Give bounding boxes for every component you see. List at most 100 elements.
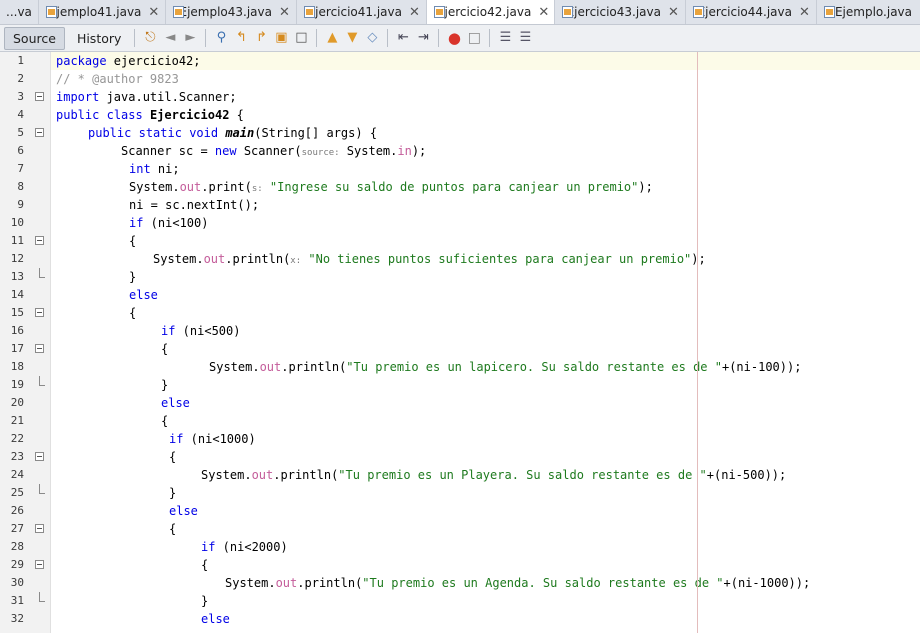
line-number: 11: [10, 234, 24, 247]
code-line-text: System.out.println("Tu premio es un Agen…: [225, 576, 811, 590]
java-file-icon: [823, 5, 835, 19]
line-number: 18: [10, 360, 24, 373]
code-editor[interactable]: 1 2 3 4 5 6 7 8 9 10 11 12 13 14 15 16 17 18 19 20 21 22 23 24 2…: [0, 52, 920, 633]
code-line: package ejercicio42;: [51, 52, 920, 70]
close-tab-icon[interactable]: ✕: [799, 5, 810, 20]
code-line: public class Ejercicio42 {: [51, 106, 920, 124]
code-line: System.out.println("Tu premio es un Agen…: [51, 574, 920, 592]
uncomment-icon[interactable]: ☰: [517, 30, 533, 46]
code-line-text: public static void main(String[] args) {: [88, 126, 378, 140]
editor-tab[interactable]: Ejemplo.java✕: [817, 0, 920, 24]
code-line-text: {: [129, 306, 137, 320]
editor-tab[interactable]: Ejercicio41.java ✕: [297, 0, 427, 24]
close-tab-icon[interactable]: ✕: [148, 5, 159, 20]
code-line: if (ni<1000): [51, 430, 920, 448]
toggle-highlight-icon[interactable]: □: [293, 30, 309, 46]
fold-collapse-icon[interactable]: [35, 524, 44, 533]
line-number: 5: [17, 126, 24, 139]
code-line-text: {: [201, 558, 209, 572]
code-line-text: import java.util.Scanner;: [56, 90, 237, 104]
find-previous-icon[interactable]: ↰: [233, 30, 249, 46]
close-tab-icon[interactable]: ✕: [409, 5, 420, 20]
find-selection-icon[interactable]: ▣: [273, 30, 289, 46]
line-number: 22: [10, 432, 24, 445]
line-number: 19: [10, 378, 24, 391]
shift-right-icon[interactable]: ⇥: [415, 30, 431, 46]
code-line: {: [51, 520, 920, 538]
previous-bookmark-icon[interactable]: ▲: [324, 30, 340, 46]
editor-tab[interactable]: Ejemplo43.java ✕: [166, 0, 297, 24]
code-line-text: }: [169, 486, 177, 500]
line-number: 23: [10, 450, 24, 463]
code-line-text: else: [169, 504, 198, 518]
next-bookmark-icon[interactable]: ▼: [344, 30, 360, 46]
find-icon[interactable]: ⚲: [213, 30, 229, 46]
fold-collapse-icon[interactable]: [35, 92, 44, 101]
fold-end-marker: [39, 268, 45, 278]
java-file-icon: [561, 5, 572, 19]
forward-icon[interactable]: ►: [182, 30, 198, 46]
line-number: 6: [17, 144, 24, 157]
toolbar-divider: [134, 29, 136, 47]
fold-collapse-icon[interactable]: [35, 452, 44, 461]
code-line-text: {: [129, 234, 137, 248]
code-line-text: System.out.println(x: "No tienes puntos …: [153, 252, 706, 266]
code-line: System.out.print(s: "Ingrese su saldo de…: [51, 178, 920, 196]
stop-macro-icon[interactable]: □: [466, 30, 482, 46]
line-number: 26: [10, 504, 24, 517]
fold-collapse-icon[interactable]: [35, 308, 44, 317]
line-number: 15: [10, 306, 24, 319]
editor-tab[interactable]: Ejemplo41.java ✕: [39, 0, 166, 24]
code-line-text: else: [161, 396, 190, 410]
fold-collapse-icon[interactable]: [35, 128, 44, 137]
code-line-text: {: [169, 450, 177, 464]
fold-collapse-icon[interactable]: [35, 344, 44, 353]
line-number: 31: [10, 594, 24, 607]
source-tab[interactable]: Source: [4, 26, 65, 50]
code-line: int ni;: [51, 160, 920, 178]
code-line-text: Scanner sc = new Scanner(source: System.…: [121, 144, 427, 158]
last-edit-icon[interactable]: ⎋: [142, 30, 158, 46]
code-line-text: int ni;: [129, 162, 180, 176]
fold-collapse-icon[interactable]: [35, 236, 44, 245]
back-icon[interactable]: ◄: [162, 30, 178, 46]
editor-tab[interactable]: Ejercicio44.java ✕: [686, 0, 817, 24]
close-tab-icon[interactable]: ✕: [279, 5, 290, 20]
code-line-text: {: [161, 414, 169, 428]
editor-tab[interactable]: ...va: [0, 0, 39, 24]
fold-end-marker: [39, 592, 45, 602]
toggle-bookmark-icon[interactable]: ◇: [364, 30, 380, 46]
code-line: Scanner sc = new Scanner(source: System.…: [51, 142, 920, 160]
fold-collapse-icon[interactable]: [35, 560, 44, 569]
code-line: {: [51, 304, 920, 322]
tab-label: Ejemplo41.java: [48, 5, 142, 19]
close-tab-icon[interactable]: ✕: [668, 5, 679, 20]
line-number: 12: [10, 252, 24, 265]
editor-tab[interactable]: Ejercicio42.java ✕: [426, 0, 555, 24]
code-line: {: [51, 340, 920, 358]
history-tab[interactable]: History: [69, 28, 129, 49]
code-line-text: else: [201, 612, 230, 626]
editor-tab-bar: ...va Ejemplo41.java ✕ Ejemplo43.java ✕ Ejerc…: [0, 0, 920, 25]
start-macro-icon[interactable]: ●: [446, 30, 462, 46]
close-tab-icon[interactable]: ✕: [538, 5, 549, 20]
code-line: if (ni<100): [51, 214, 920, 232]
line-number: 30: [10, 576, 24, 589]
editor-tab[interactable]: Ejercicio43.java ✕: [555, 0, 686, 24]
code-area[interactable]: package ejercicio42; // * @author 9823 imp…: [51, 52, 920, 633]
line-number: 27: [10, 522, 24, 535]
line-number: 28: [10, 540, 24, 553]
line-number: 13: [10, 270, 24, 283]
shift-left-icon[interactable]: ⇤: [395, 30, 411, 46]
line-number: 7: [17, 162, 24, 175]
code-line: }: [51, 484, 920, 502]
line-number: 9: [17, 198, 24, 211]
find-next-icon[interactable]: ↱: [253, 30, 269, 46]
java-file-icon: [303, 5, 312, 19]
code-line-text: // * @author 9823: [56, 72, 179, 86]
toolbar-divider: [205, 29, 207, 47]
line-number: 3: [17, 90, 24, 103]
line-number-gutter: 1 2 3 4 5 6 7 8 9 10 11 12 13 14 15 16 17 18 19 20 21 22 23 24 2…: [0, 52, 51, 633]
code-line: }: [51, 592, 920, 610]
comment-icon[interactable]: ☰: [497, 30, 513, 46]
